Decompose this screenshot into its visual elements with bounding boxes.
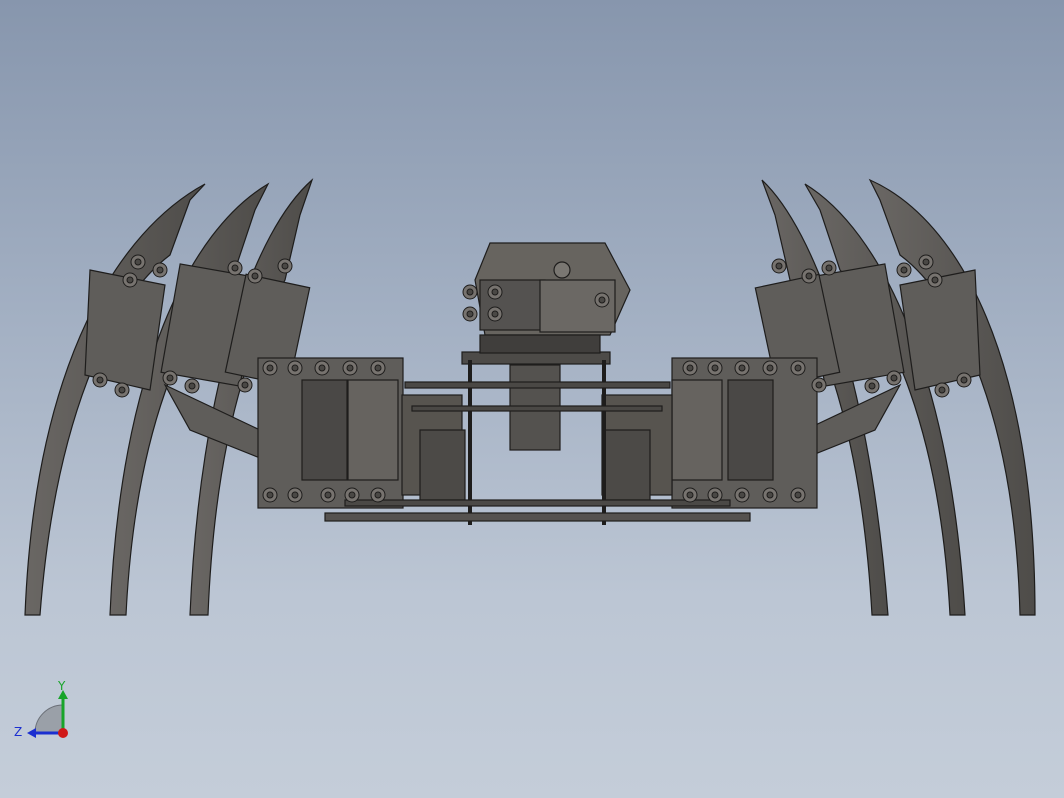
bolt-socket xyxy=(794,491,802,499)
bolt-socket xyxy=(466,310,474,318)
bolt-socket xyxy=(775,262,783,270)
right-body-servo-block[interactable] xyxy=(601,357,818,509)
bolt-socket xyxy=(374,364,382,372)
bolt-socket xyxy=(686,364,694,372)
y-axis-label: Y xyxy=(57,679,66,693)
bolt-socket xyxy=(374,491,382,499)
bolt-socket xyxy=(118,386,126,394)
bolt-socket xyxy=(900,266,908,274)
bolt-socket xyxy=(188,382,196,390)
bolt-socket xyxy=(711,491,719,499)
bolt-socket xyxy=(938,386,946,394)
bolt-socket xyxy=(318,364,326,372)
bolt-socket xyxy=(134,258,142,266)
bolt-socket xyxy=(291,491,299,499)
bolt-socket xyxy=(825,264,833,272)
bolt-socket xyxy=(766,364,774,372)
bolt-socket xyxy=(960,376,968,384)
bolt-socket xyxy=(794,364,802,372)
bolt-socket xyxy=(346,364,354,372)
z-axis-arrowhead xyxy=(27,728,36,738)
bolt-socket xyxy=(166,374,174,382)
bolt-socket xyxy=(266,364,274,372)
bolt-socket xyxy=(491,288,499,296)
bolt-socket xyxy=(251,272,259,280)
bolt-socket xyxy=(931,276,939,284)
bolt-socket xyxy=(281,262,289,270)
z-axis-label: Z xyxy=(14,725,22,739)
bolt-socket xyxy=(348,491,356,499)
view-orientation-triad: Y Z xyxy=(14,679,68,739)
bolt-socket xyxy=(291,364,299,372)
bolt-socket xyxy=(231,264,239,272)
bolt-socket xyxy=(890,374,898,382)
bolt-socket xyxy=(711,364,719,372)
bolt-socket xyxy=(686,491,694,499)
bolt-socket xyxy=(738,364,746,372)
cad-model-viewport[interactable]: Y Z xyxy=(0,0,1064,798)
bolt-socket xyxy=(815,381,823,389)
bolt-socket xyxy=(922,258,930,266)
bolt-socket xyxy=(466,288,474,296)
bolt-socket xyxy=(96,376,104,384)
bolt-socket xyxy=(156,266,164,274)
bolt-socket xyxy=(766,491,774,499)
bolt-socket xyxy=(805,272,813,280)
bolt-socket xyxy=(868,382,876,390)
bolt-socket xyxy=(491,310,499,318)
bolt-socket xyxy=(598,296,606,304)
bolt-socket xyxy=(738,491,746,499)
x-axis-point xyxy=(58,728,68,738)
left-body-servo-block[interactable] xyxy=(257,357,466,509)
bolt-socket xyxy=(266,491,274,499)
bolt-socket xyxy=(126,276,134,284)
hexapod-spider-robot-model[interactable] xyxy=(24,178,1036,616)
bolt-socket xyxy=(241,381,249,389)
bolt-socket xyxy=(324,491,332,499)
